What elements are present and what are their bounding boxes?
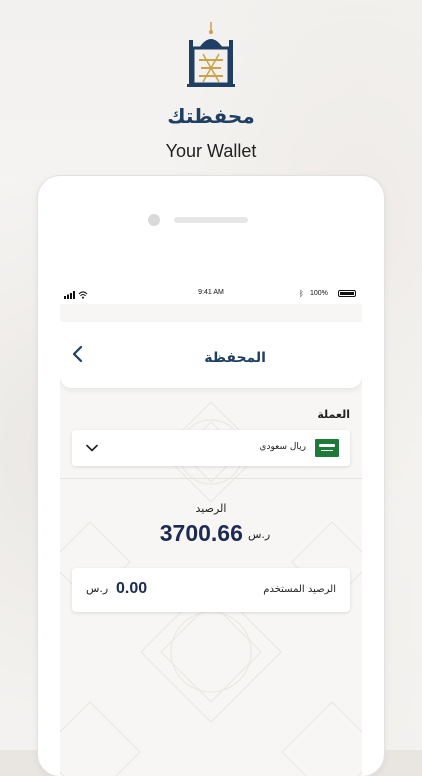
navigation-bar: المحفظة xyxy=(60,322,362,388)
wifi-icon xyxy=(82,296,84,299)
currency-dropdown[interactable]: ريال سعودي xyxy=(72,430,350,466)
chevron-down-icon xyxy=(86,444,98,452)
phone-frame: 9:41 AM ᛒ 100% المحفظة العملة ريال سعودي… xyxy=(38,176,384,776)
mosque-logo-icon xyxy=(187,22,235,87)
saudi-flag-icon xyxy=(315,439,339,457)
speaker-grille xyxy=(174,217,248,223)
app-screen: 9:41 AM ᛒ 100% المحفظة العملة ريال سعودي… xyxy=(60,282,362,776)
balance-currency-unit: ر.س xyxy=(247,528,271,541)
bluetooth-icon: ᛒ xyxy=(299,289,304,298)
used-balance-value: 0.00 xyxy=(116,580,148,597)
battery-icon xyxy=(338,290,356,297)
section-divider xyxy=(60,478,362,479)
currency-selected-value: ريال سعودي xyxy=(259,442,306,452)
currency-label: العملة xyxy=(317,408,350,421)
nav-title: المحفظة xyxy=(204,350,266,366)
used-balance-label: الرصيد المستخدم xyxy=(263,584,336,595)
used-balance-card: الرصيد المستخدم 0.00 ر.س xyxy=(72,568,350,612)
battery-percent: 100% xyxy=(310,290,328,297)
chevron-left-icon[interactable] xyxy=(66,342,90,366)
page-title-arabic: محفظتك xyxy=(167,104,255,128)
balance-amount: ر.س 3700.66 xyxy=(60,520,362,547)
page-title-english: Your Wallet xyxy=(165,141,257,161)
camera-icon xyxy=(148,214,160,226)
balance-value: 3700.66 xyxy=(159,520,243,546)
used-balance-currency-unit: ر.س xyxy=(86,582,109,595)
status-bar: 9:41 AM ᛒ 100% xyxy=(60,282,362,304)
balance-label: الرصيد xyxy=(195,502,227,515)
